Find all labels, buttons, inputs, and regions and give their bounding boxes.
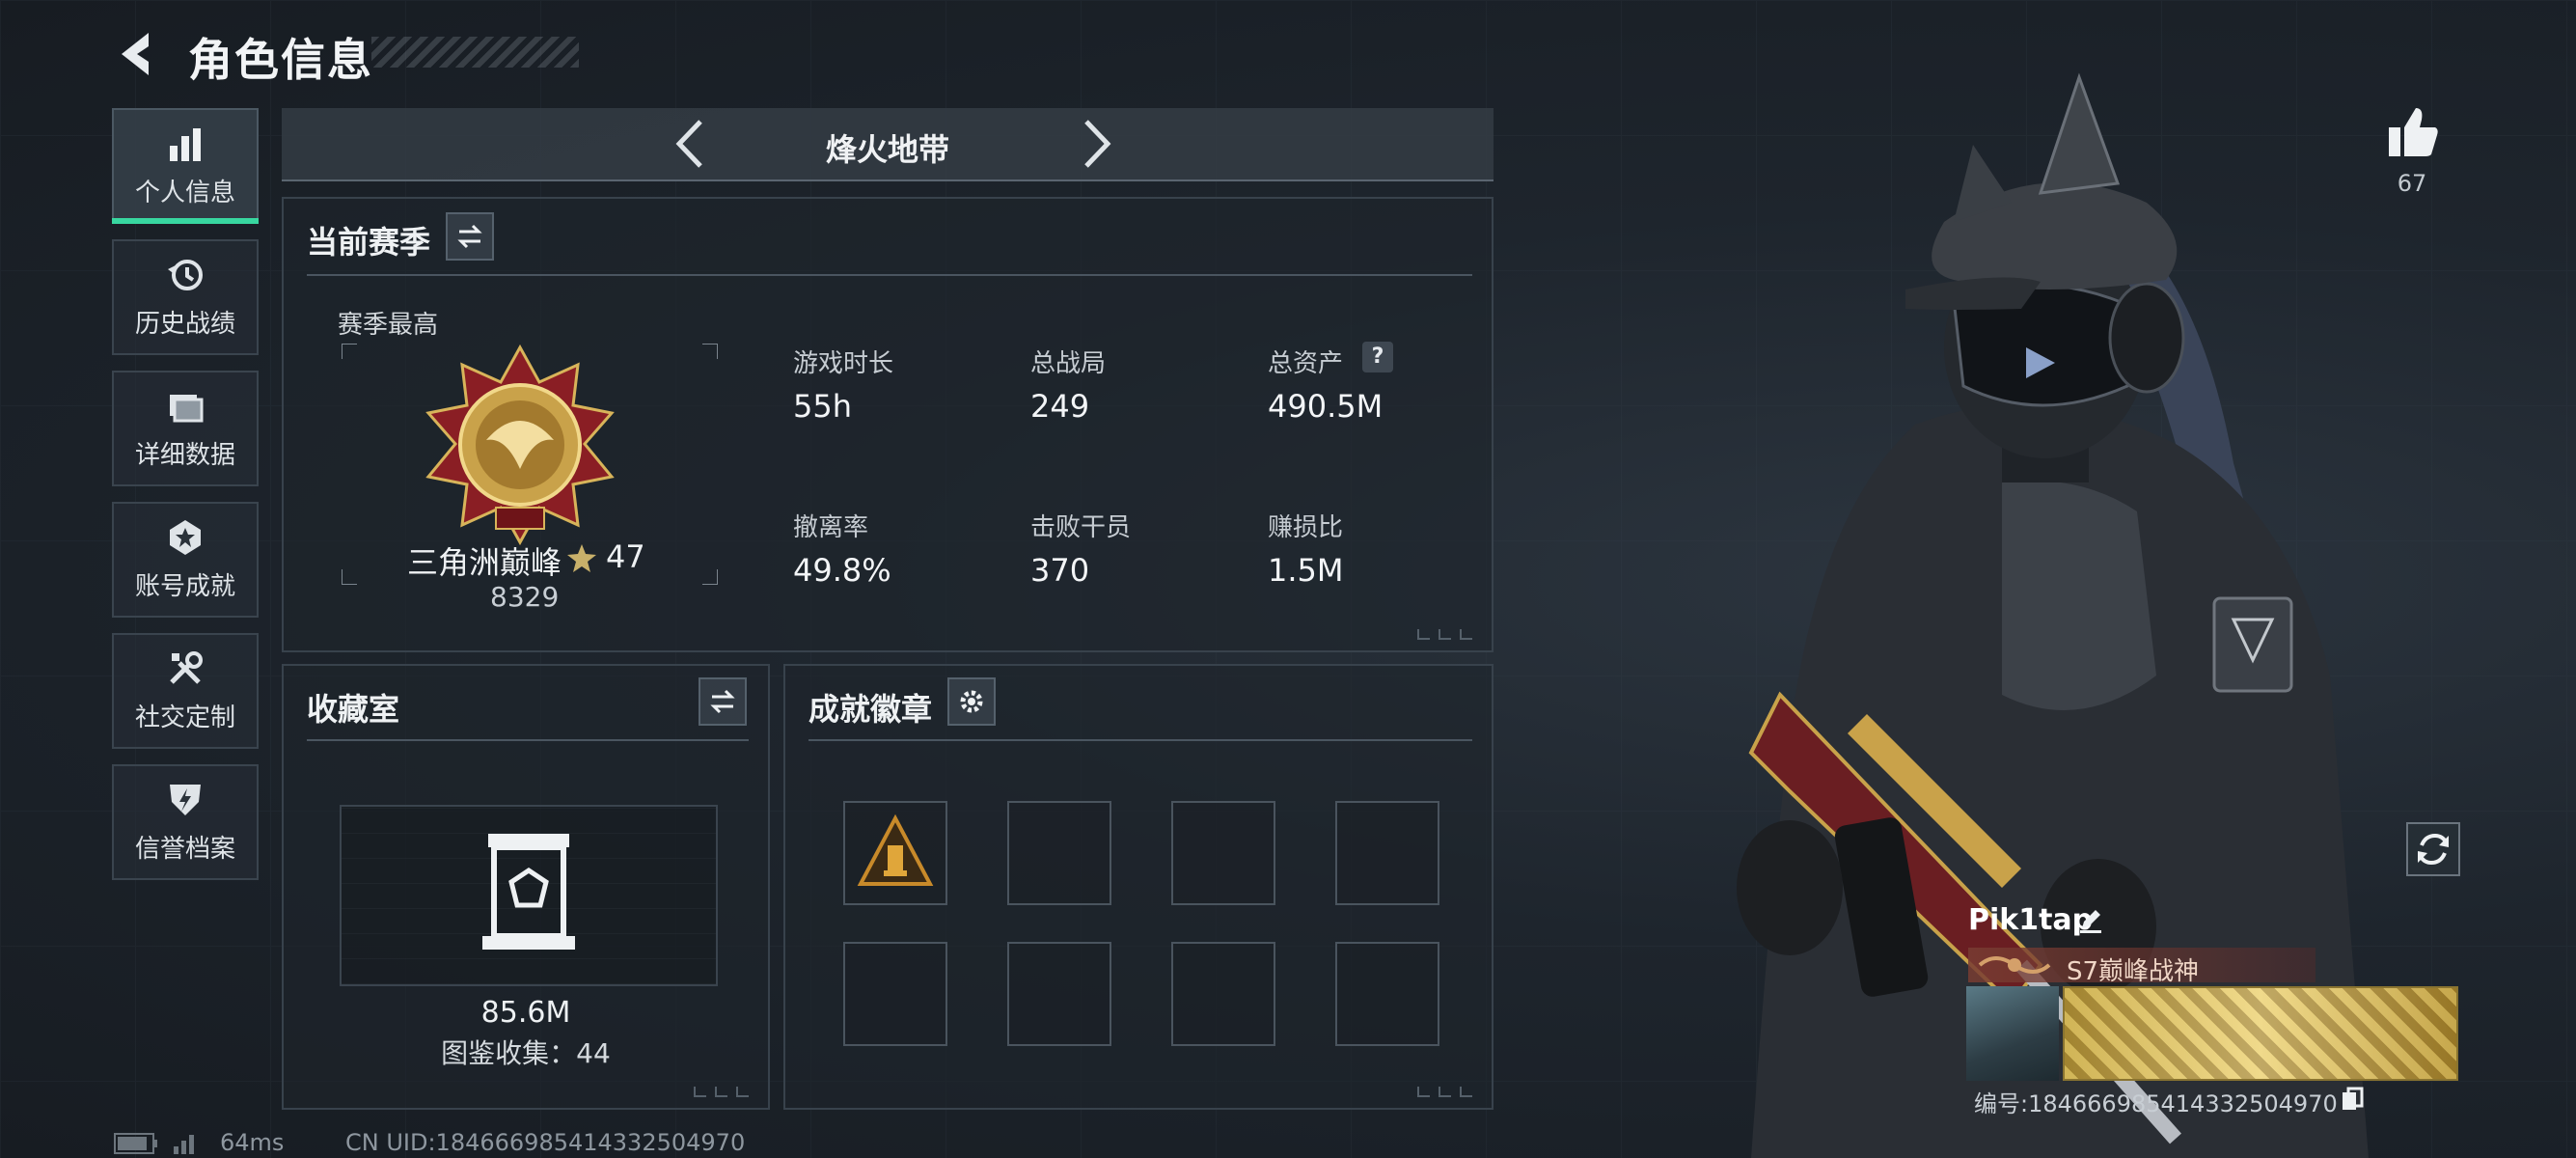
sidebar-item-label: 信誉档案 — [134, 834, 235, 864]
map-selector: 烽火地带 — [282, 108, 1494, 181]
edit-icon[interactable] — [2076, 905, 2105, 934]
corner-decoration — [1417, 1087, 1472, 1097]
thumbs-up-icon[interactable] — [2385, 104, 2441, 160]
bar-chart-icon — [170, 127, 201, 161]
avatar[interactable] — [1966, 986, 2059, 1081]
corner-decoration — [694, 1087, 749, 1097]
rank-name: 三角洲巅峰 — [407, 544, 562, 581]
player-card: Pik1tap S7巅峰战神 编号:184666985414332504970 — [1959, 897, 2460, 1119]
like-count: 67 — [2397, 170, 2427, 197]
badge-slot[interactable] — [1171, 942, 1275, 1046]
history-icon — [168, 259, 203, 290]
swap-icon — [457, 224, 482, 249]
refresh-button[interactable] — [2406, 822, 2460, 876]
stat-label: 撤离率 — [793, 513, 869, 542]
triangle-badge-icon — [857, 813, 934, 886]
corner-decoration — [1417, 629, 1472, 640]
star-icon — [567, 544, 596, 572]
season-switch-button[interactable] — [446, 212, 494, 261]
stat-label: 游戏时长 — [793, 349, 894, 378]
divider — [808, 739, 1472, 741]
collection-display[interactable] — [340, 805, 718, 986]
title-emblem-icon — [1978, 956, 2051, 974]
divider — [307, 274, 1472, 276]
stat-value: 49.8% — [793, 552, 891, 589]
badge-slot[interactable] — [843, 942, 947, 1046]
season-best-label: 赛季最高 — [338, 311, 439, 340]
display-case-icon — [482, 834, 575, 950]
badge-slot[interactable] — [1007, 942, 1111, 1046]
help-icon[interactable]: ? — [1362, 342, 1393, 372]
folder-icon — [170, 394, 204, 422]
badges-panel: 成就徽章 — [783, 664, 1494, 1110]
title-decoration — [371, 37, 579, 68]
collection-panel: 收藏室 85.6M 图鉴收集：44 — [282, 664, 770, 1110]
player-name: Pik1tap — [1968, 903, 2094, 937]
sidebar-item-label: 个人信息 — [134, 178, 235, 207]
stat-value: 490.5M — [1268, 388, 1384, 425]
sidebar-item-credit-record[interactable]: 信誉档案 — [112, 764, 259, 880]
divider — [307, 739, 749, 741]
badge-slot[interactable] — [1335, 942, 1439, 1046]
sidebar-item-detailed-data[interactable]: 详细数据 — [112, 371, 259, 486]
copy-icon[interactable] — [2341, 1087, 2364, 1112]
stat-label: 赚损比 — [1268, 513, 1344, 542]
sidebar-item-label: 历史战绩 — [134, 309, 235, 339]
badge-slot[interactable] — [843, 801, 947, 905]
player-title: S7巅峰战神 — [2067, 957, 2200, 986]
back-arrow-icon[interactable] — [114, 29, 164, 79]
sidebar-item-social-custom[interactable]: 社交定制 — [112, 633, 259, 749]
refresh-icon — [2418, 833, 2449, 866]
chevron-right-icon[interactable] — [1071, 118, 1121, 170]
badge-slot[interactable] — [1335, 801, 1439, 905]
map-name: 烽火地带 — [825, 131, 949, 168]
sidebar-item-label: 详细数据 — [134, 440, 235, 470]
player-id: 编号:184666985414332504970 — [1974, 1090, 2338, 1117]
collection-title: 收藏室 — [307, 691, 400, 728]
gear-icon — [960, 690, 983, 713]
stat-value: 249 — [1030, 388, 1090, 425]
sidebar-item-achievements[interactable]: 账号成就 — [112, 502, 259, 618]
page-title: 角色信息 — [188, 34, 373, 86]
sidebar-item-history[interactable]: 历史战绩 — [112, 239, 259, 355]
badges-title: 成就徽章 — [808, 691, 933, 728]
season-title: 当前赛季 — [307, 224, 431, 261]
collection-value: 85.6M — [480, 996, 571, 1030]
ping-readout: 64ms — [220, 1129, 285, 1156]
season-panel: 当前赛季 赛季最高 三角洲巅峰 47 8329 游戏时长 55h 总战局 249… — [282, 197, 1494, 652]
rank-points: 8329 — [490, 581, 560, 613]
swap-icon — [710, 689, 735, 714]
sidebar-item-label: 账号成就 — [134, 571, 235, 601]
achievement-icon — [170, 519, 201, 555]
stat-label: 总资产 — [1268, 349, 1344, 378]
sidebar-item-label: 社交定制 — [134, 703, 235, 732]
badge-slot[interactable] — [1171, 801, 1275, 905]
badge-slot[interactable] — [1007, 801, 1111, 905]
collection-switch-button[interactable] — [699, 677, 747, 726]
badges-settings-button[interactable] — [947, 677, 996, 726]
name-card-banner — [2063, 986, 2458, 1081]
sidebar-item-personal-info[interactable]: 个人信息 — [112, 108, 259, 224]
rank-emblem-icon — [425, 344, 615, 546]
stat-label: 击败干员 — [1030, 513, 1132, 542]
rank-stars: 47 — [606, 538, 645, 575]
collection-count: 图鉴收集：44 — [441, 1037, 611, 1069]
stat-value: 1.5M — [1268, 552, 1344, 589]
footer-uid: CN UID:184666985414332504970 — [345, 1129, 746, 1156]
credit-icon — [170, 784, 201, 815]
stat-value: 55h — [793, 388, 852, 425]
tools-icon — [170, 650, 203, 684]
stat-value: 370 — [1030, 552, 1090, 589]
stat-label: 总战局 — [1030, 349, 1107, 378]
signal-icon — [174, 1135, 194, 1154]
battery-icon — [114, 1133, 157, 1154]
